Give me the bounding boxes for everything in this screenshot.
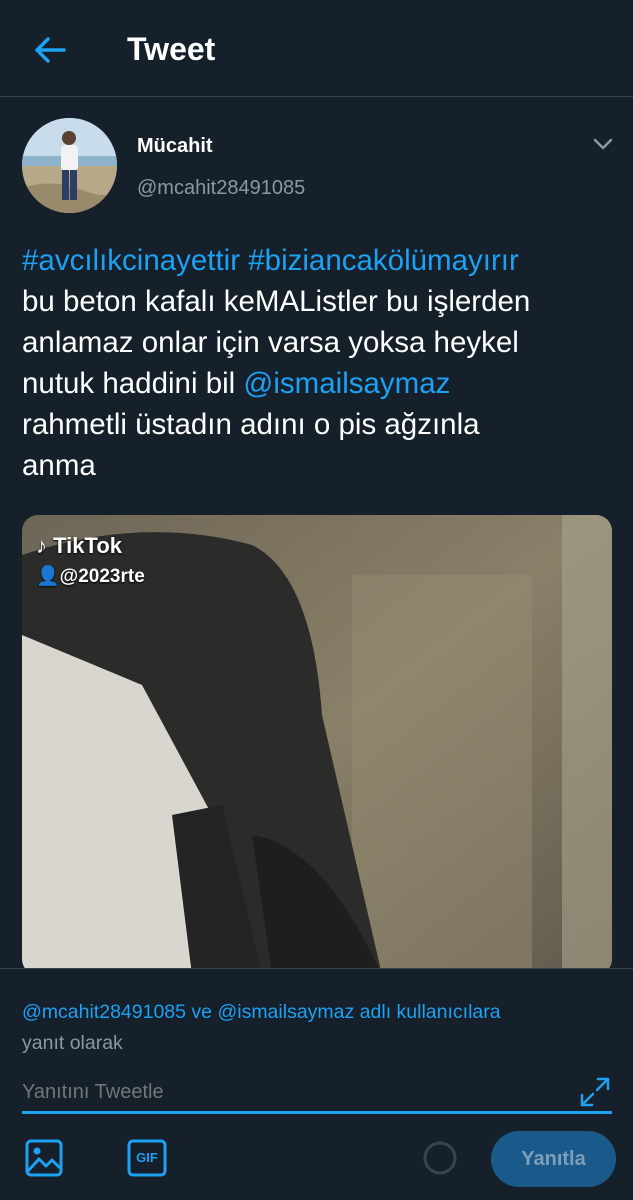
hashtag-link[interactable]: #avcılıkcinayettir [22, 244, 240, 277]
tiktok-username: @2023rte [59, 566, 145, 587]
reply-mention-1[interactable]: @mcahit28491085 [22, 1001, 186, 1023]
reply-mention-2[interactable]: @ismailsaymaz [217, 1001, 354, 1023]
reply-joiner: ve [186, 1001, 218, 1023]
mention-link[interactable]: @ismailsaymaz [243, 367, 450, 400]
reply-suffix-line2: yanıt olarak [22, 1032, 123, 1054]
expand-icon[interactable] [578, 1075, 612, 1109]
tweet-text-line: anma [22, 445, 612, 486]
tiktok-brand: TikTok [53, 533, 122, 558]
reply-button[interactable]: Yanıtla [491, 1131, 616, 1187]
author-handle[interactable]: @mcahit28491085 [137, 176, 305, 200]
tweet-text-line: anlamaz onlar için varsa yoksa heykel [22, 322, 612, 363]
user-icon: 👤 [36, 566, 60, 587]
tweet-text-segment: anlamaz onlar için varsa yoksa heykel [22, 326, 519, 359]
character-count-circle [423, 1141, 457, 1175]
chevron-down-icon[interactable] [590, 134, 616, 154]
image-icon[interactable] [24, 1138, 64, 1178]
tweet-text-line: bu beton kafalı keMAListler bu işlerden [22, 281, 612, 322]
tweet-video[interactable]: ♪ TikTok 👤@2023rte [22, 515, 612, 975]
tweet-text-segment: bu beton kafalı keMAListler bu işlerden [22, 285, 531, 318]
tiktok-user: 👤@2023rte [36, 565, 145, 589]
tweet-text-segment: nutuk haddini bil [22, 367, 244, 400]
page-title: Tweet [127, 31, 216, 67]
avatar[interactable] [22, 118, 117, 213]
replying-to: @mcahit28491085 ve @ismailsaymaz adlı ku… [22, 997, 612, 1059]
tweet-text-line: nutuk haddini bil @ismailsaymaz [22, 363, 612, 404]
tweet-text-segment: anma [22, 449, 96, 482]
gif-label: GIF [136, 1150, 158, 1165]
hashtag-link[interactable]: #biziancakölümayırır [248, 244, 519, 277]
author-name[interactable]: Mücahit [137, 134, 213, 158]
tiktok-watermark: ♪ TikTok [36, 532, 122, 560]
tweet-text-segment: rahmetli üstadın adını o pis ağzınla [22, 408, 480, 441]
tweet-text: #avcılıkcinayettir #biziancakölümayırır b… [22, 240, 612, 486]
tweet-text-line: #avcılıkcinayettir #biziancakölümayırır [22, 240, 612, 281]
top-bar: Tweet [0, 0, 633, 97]
tweet-text-line: rahmetli üstadın adını o pis ağzınla [22, 404, 612, 445]
tiktok-icon: ♪ [36, 533, 47, 558]
reply-input[interactable] [22, 1074, 612, 1114]
reply-suffix: adlı kullanıcılara [354, 1001, 501, 1023]
gif-icon[interactable]: GIF [126, 1138, 168, 1178]
back-arrow-icon[interactable] [30, 30, 70, 70]
